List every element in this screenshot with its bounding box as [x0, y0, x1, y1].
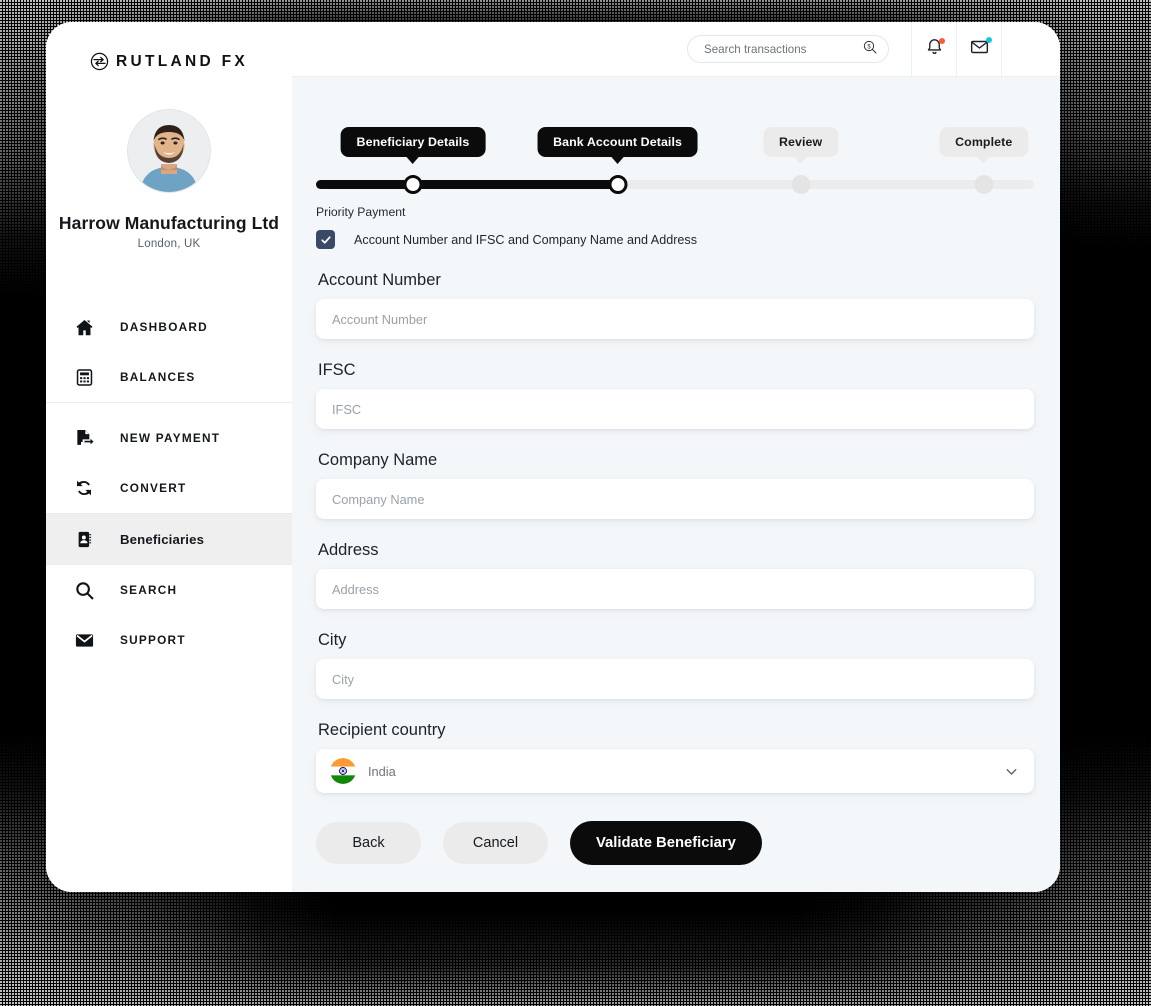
- home-icon: [72, 315, 96, 339]
- beneficiary-form: Priority Payment Account Number and IFSC…: [292, 205, 1060, 865]
- messages-button[interactable]: [956, 22, 1001, 77]
- validate-beneficiary-button[interactable]: Validate Beneficiary: [570, 821, 762, 865]
- stepper-dot-bank-account-details[interactable]: [608, 175, 628, 194]
- back-button[interactable]: Back: [316, 822, 421, 864]
- ifsc-field[interactable]: [316, 389, 1034, 429]
- user-avatar-photo: [128, 110, 210, 192]
- sidebar-item-label: SEARCH: [120, 583, 178, 597]
- sidebar-nav: DASHBOARD BALANCES NEW PAYMENT CONVERT B…: [46, 302, 292, 665]
- document-send-icon: [72, 426, 96, 450]
- exchange-circle-icon: [90, 52, 109, 71]
- notifications-button[interactable]: [911, 22, 956, 77]
- stepper-label-text: Bank Account Details: [553, 135, 683, 149]
- sidebar-item-label: BALANCES: [120, 370, 196, 384]
- avatar[interactable]: [127, 109, 211, 193]
- profile-block: Harrow Manufacturing Ltd London, UK: [46, 71, 292, 250]
- stepper-label-text: Review: [778, 135, 823, 149]
- sidebar-item-new-payment[interactable]: NEW PAYMENT: [46, 413, 292, 463]
- search-transactions-box[interactable]: $: [687, 35, 889, 63]
- company-name-label: Company Name: [318, 451, 438, 469]
- recipient-country-select[interactable]: India: [316, 749, 1034, 793]
- city-label: City: [318, 631, 347, 649]
- magnifier-icon: [72, 578, 96, 602]
- account-number-label: Account Number: [318, 271, 441, 289]
- stepper-dot-beneficiary-details[interactable]: [403, 175, 423, 194]
- address-label: Address: [318, 541, 379, 559]
- brand-name: RUTLAND FX: [116, 52, 249, 70]
- recipient-country-label: Recipient country: [318, 721, 446, 739]
- main-content: $: [292, 22, 1060, 892]
- sidebar-item-label: NEW PAYMENT: [120, 431, 221, 445]
- sidebar: RUTLAND FX Harrow Manufacturing Ltd Lond…: [46, 22, 292, 892]
- sidebar-item-support[interactable]: SUPPORT: [46, 615, 292, 665]
- stepper-dot-review[interactable]: [791, 175, 811, 194]
- priority-option-label: Account Number and IFSC and Company Name…: [354, 232, 698, 247]
- notifications-badge: [939, 37, 945, 44]
- ifsc-label: IFSC: [318, 361, 356, 379]
- svg-text:$: $: [867, 44, 871, 50]
- sidebar-item-label: Beneficiaries: [120, 531, 205, 547]
- stepper-label-bank-account-details[interactable]: Bank Account Details: [537, 127, 699, 164]
- city-input[interactable]: [330, 670, 1020, 688]
- sidebar-item-label: CONVERT: [120, 481, 187, 495]
- progress-stepper: Beneficiary Details Bank Account Details…: [316, 127, 1034, 199]
- priority-option-checkbox[interactable]: [316, 230, 335, 249]
- topbar-spacer: [1001, 22, 1060, 77]
- brand-logo[interactable]: RUTLAND FX: [46, 22, 292, 71]
- sidebar-item-balances[interactable]: BALANCES: [46, 352, 292, 402]
- search-dollar-icon[interactable]: $: [862, 39, 878, 60]
- stepper-label-text: Complete: [955, 135, 1013, 149]
- account-number-input[interactable]: [330, 310, 1020, 328]
- profile-location: London, UK: [137, 238, 201, 250]
- priority-option-row[interactable]: Account Number and IFSC and Company Name…: [316, 230, 1034, 249]
- sidebar-item-label: SUPPORT: [120, 633, 186, 647]
- city-field[interactable]: [316, 659, 1034, 699]
- form-actions: Back Cancel Validate Beneficiary: [316, 821, 1034, 865]
- check-icon: [320, 235, 331, 244]
- sidebar-item-beneficiaries[interactable]: Beneficiaries: [46, 514, 292, 564]
- priority-payment-label: Priority Payment: [316, 205, 406, 219]
- app-window: RUTLAND FX Harrow Manufacturing Ltd Lond…: [46, 22, 1060, 892]
- company-name-field[interactable]: [316, 479, 1034, 519]
- company-name-input[interactable]: [330, 490, 1020, 508]
- stepper-label-review[interactable]: Review: [762, 127, 839, 164]
- calculator-icon: [72, 365, 96, 389]
- envelope-icon: [72, 628, 96, 652]
- refresh-icon: [72, 476, 96, 500]
- sidebar-item-label: DASHBOARD: [120, 320, 208, 334]
- cancel-button[interactable]: Cancel: [443, 822, 548, 864]
- stepper-label-beneficiary-details[interactable]: Beneficiary Details: [340, 127, 486, 164]
- stepper-label-complete[interactable]: Complete: [939, 127, 1029, 164]
- search-input[interactable]: [702, 41, 862, 57]
- stepper-track: [316, 180, 1034, 189]
- chevron-down-icon[interactable]: [1003, 763, 1020, 780]
- sidebar-item-dashboard[interactable]: DASHBOARD: [46, 302, 292, 352]
- sidebar-item-search[interactable]: SEARCH: [46, 565, 292, 615]
- address-input[interactable]: [330, 580, 1020, 598]
- sidebar-item-convert[interactable]: CONVERT: [46, 463, 292, 513]
- profile-name: Harrow Manufacturing Ltd: [58, 213, 280, 233]
- messages-badge: [986, 36, 992, 43]
- india-flag-icon: [330, 758, 356, 784]
- ifsc-input[interactable]: [330, 400, 1020, 418]
- stepper-label-text: Beneficiary Details: [356, 135, 470, 149]
- address-field[interactable]: [316, 569, 1034, 609]
- stepper-track-fill: [316, 180, 618, 189]
- stepper-dot-complete[interactable]: [974, 175, 994, 194]
- topbar: $: [292, 22, 1060, 77]
- account-number-field[interactable]: [316, 299, 1034, 339]
- address-book-icon: [72, 527, 96, 551]
- recipient-country-value: India: [368, 763, 396, 779]
